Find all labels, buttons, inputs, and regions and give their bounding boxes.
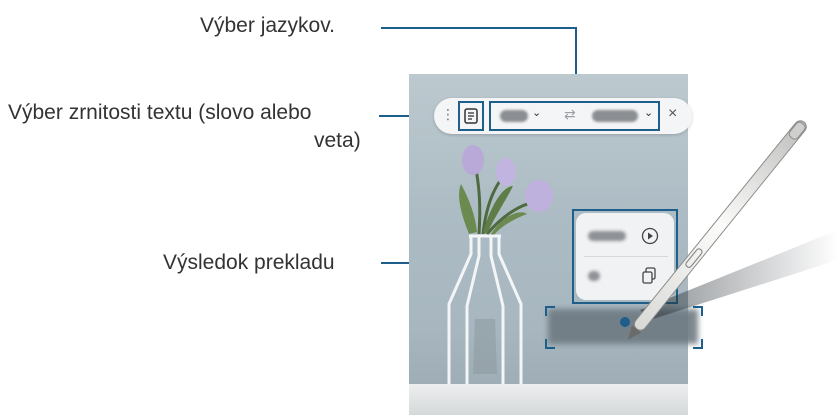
language-selection-label: Výber jazykov. — [200, 14, 335, 37]
text-granularity-label-line2: veta) — [314, 129, 361, 152]
text-granularity-button[interactable] — [458, 101, 484, 131]
source-language-dropdown[interactable] — [500, 110, 528, 122]
chevron-down-icon[interactable]: ⌄ — [532, 106, 541, 119]
table-surface — [409, 384, 688, 415]
language-callout-line-h — [381, 27, 577, 29]
selection-corner-bl — [545, 339, 555, 349]
s-pen-stylus — [620, 120, 838, 340]
swap-arrows-icon[interactable]: ⇄ — [564, 106, 576, 123]
document-text-icon — [464, 108, 478, 124]
more-vertical-icon[interactable]: ⋮ — [441, 107, 455, 121]
text-granularity-label-line1: Výber zrnitosti textu (slovo alebo — [8, 101, 312, 124]
pronunciation-text — [588, 271, 600, 281]
translation-result-label: Výsledok prekladu — [163, 251, 335, 274]
selection-corner-tl — [545, 306, 555, 316]
